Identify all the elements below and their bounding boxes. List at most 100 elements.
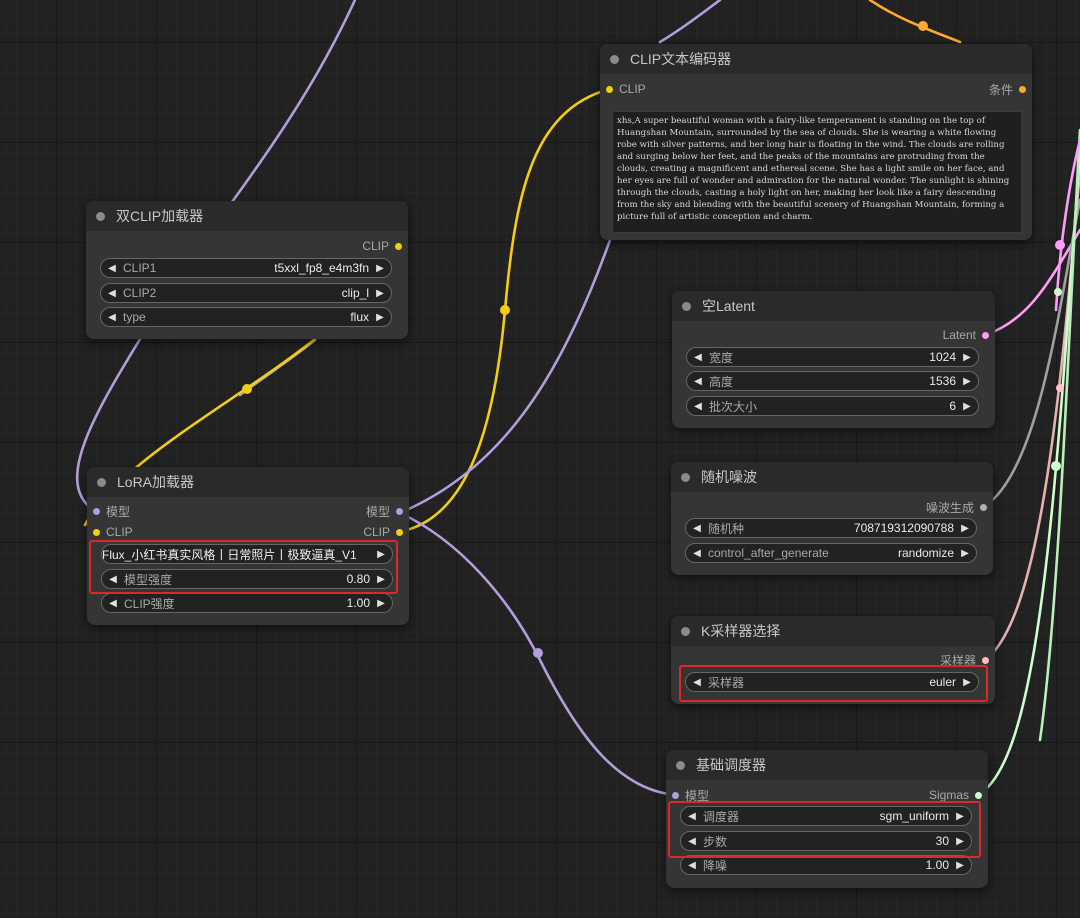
slot-dot-icon[interactable] bbox=[982, 656, 989, 664]
output-slot-model[interactable]: 模型 bbox=[366, 502, 403, 520]
slot-dot-icon[interactable] bbox=[980, 503, 987, 511]
arrow-right-icon[interactable]: ▶ bbox=[949, 860, 971, 871]
slot-dot-icon[interactable] bbox=[606, 85, 613, 93]
arrow-right-icon[interactable]: ▶ bbox=[370, 598, 392, 609]
widget-lora-name[interactable]: Flux_小红书真实风格丨日常照片丨极致逼真_V1 ▶ bbox=[101, 544, 393, 564]
arrow-left-icon[interactable]: ◀ bbox=[686, 523, 708, 534]
slot-dot-icon[interactable] bbox=[982, 331, 989, 339]
output-slot-clip[interactable]: CLIP bbox=[363, 523, 403, 541]
arrow-left-icon[interactable]: ◀ bbox=[102, 598, 124, 609]
prompt-textarea[interactable]: xhs,A super beautiful woman with a fairy… bbox=[612, 111, 1022, 233]
output-slot-clip[interactable]: CLIP bbox=[362, 237, 402, 255]
widget-seed[interactable]: ◀ 随机种 708719312090788 ▶ bbox=[685, 518, 977, 538]
widget-steps[interactable]: ◀ 步数 30 ▶ bbox=[680, 831, 972, 851]
output-slot-latent[interactable]: Latent bbox=[943, 326, 989, 344]
node-header[interactable]: 基础调度器 bbox=[666, 750, 988, 780]
arrow-left-icon[interactable]: ◀ bbox=[687, 401, 709, 412]
collapse-dot-icon[interactable] bbox=[681, 472, 690, 482]
widget-clip1[interactable]: ◀ CLIP1 t5xxl_fp8_e4m3fn ▶ bbox=[100, 258, 392, 278]
node-header[interactable]: 随机噪波 bbox=[671, 462, 993, 492]
arrow-right-icon[interactable]: ▶ bbox=[369, 288, 391, 299]
widget-value: 708719312090788 bbox=[853, 521, 954, 535]
widget-width[interactable]: ◀ 宽度 1024 ▶ bbox=[686, 347, 979, 367]
collapse-dot-icon[interactable] bbox=[682, 301, 691, 311]
widget-control-after-generate[interactable]: ◀ control_after_generate randomize ▶ bbox=[685, 543, 977, 563]
widget-clip-strength[interactable]: ◀ CLIP强度 1.00 ▶ bbox=[101, 593, 393, 613]
basic-scheduler-node[interactable]: 基础调度器 模型 Sigmas ◀ 调度器 sgm_uniform ▶ ◀ 步数… bbox=[666, 750, 988, 888]
node-header[interactable]: K采样器选择 bbox=[671, 616, 995, 646]
arrow-left-icon[interactable]: ◀ bbox=[686, 677, 708, 688]
input-slot-model[interactable]: 模型 bbox=[672, 786, 709, 804]
collapse-dot-icon[interactable] bbox=[96, 211, 105, 221]
arrow-right-icon[interactable]: ▶ bbox=[370, 549, 392, 560]
ksampler-select-node[interactable]: K采样器选择 采样器 ◀ 采样器 euler ▶ bbox=[671, 616, 995, 704]
output-slot-conditioning[interactable]: 条件 bbox=[989, 80, 1026, 98]
arrow-right-icon[interactable]: ▶ bbox=[949, 836, 971, 847]
slot-dot-icon[interactable] bbox=[395, 242, 402, 250]
widget-label: 随机种 bbox=[708, 521, 745, 536]
arrow-right-icon[interactable]: ▶ bbox=[956, 352, 978, 363]
arrow-left-icon[interactable]: ◀ bbox=[686, 548, 708, 559]
random-noise-node[interactable]: 随机噪波 噪波生成 ◀ 随机种 708719312090788 ▶ ◀ cont… bbox=[671, 462, 993, 575]
collapse-dot-icon[interactable] bbox=[676, 760, 685, 770]
lora-loader-node[interactable]: LoRA加载器 模型 模型 CLIP CLIP Flux_小红书真实风格丨日常照… bbox=[87, 467, 409, 625]
widget-denoise[interactable]: ◀ 降噪 1.00 ▶ bbox=[680, 855, 972, 875]
output-slot-sigmas[interactable]: Sigmas bbox=[929, 786, 982, 804]
arrow-left-icon[interactable]: ◀ bbox=[681, 836, 703, 847]
widget-label: 降噪 bbox=[703, 858, 728, 873]
collapse-dot-icon[interactable] bbox=[681, 626, 690, 636]
slot-dot-icon[interactable] bbox=[1019, 85, 1026, 93]
arrow-right-icon[interactable]: ▶ bbox=[954, 548, 976, 559]
collapse-dot-icon[interactable] bbox=[97, 477, 106, 487]
node-header[interactable]: 空Latent bbox=[672, 291, 995, 321]
dual-clip-loader-node[interactable]: 双CLIP加载器 CLIP ◀ CLIP1 t5xxl_fp8_e4m3fn ▶… bbox=[86, 201, 408, 339]
slot-dot-icon[interactable] bbox=[672, 791, 679, 799]
arrow-right-icon[interactable]: ▶ bbox=[956, 376, 978, 387]
node-header[interactable]: CLIP文本编码器 bbox=[600, 44, 1032, 74]
widget-value: sgm_uniform bbox=[879, 809, 949, 823]
arrow-left-icon[interactable]: ◀ bbox=[681, 811, 703, 822]
arrow-left-icon[interactable]: ◀ bbox=[101, 312, 123, 323]
slot-dot-icon[interactable] bbox=[93, 507, 100, 515]
output-slot-noise[interactable]: 噪波生成 bbox=[926, 498, 987, 516]
slot-dot-icon[interactable] bbox=[396, 528, 403, 536]
widget-label: 批次大小 bbox=[709, 399, 758, 414]
node-title: 空Latent bbox=[702, 298, 755, 314]
widget-clip2[interactable]: ◀ CLIP2 clip_l ▶ bbox=[100, 283, 392, 303]
arrow-left-icon[interactable]: ◀ bbox=[687, 352, 709, 363]
widget-height[interactable]: ◀ 高度 1536 ▶ bbox=[686, 371, 979, 391]
wire-top-purple bbox=[658, 0, 722, 44]
widget-label: 采样器 bbox=[708, 675, 745, 690]
arrow-left-icon[interactable]: ◀ bbox=[101, 263, 123, 274]
slot-dot-icon[interactable] bbox=[396, 507, 403, 515]
slot-dot-icon[interactable] bbox=[975, 791, 982, 799]
input-slot-clip[interactable]: CLIP bbox=[606, 80, 646, 98]
arrow-right-icon[interactable]: ▶ bbox=[369, 263, 391, 274]
input-slot-clip[interactable]: CLIP bbox=[93, 523, 133, 541]
empty-latent-node[interactable]: 空Latent Latent ◀ 宽度 1024 ▶ ◀ 高度 1536 ▶ ◀… bbox=[672, 291, 995, 428]
widget-batch-size[interactable]: ◀ 批次大小 6 ▶ bbox=[686, 396, 979, 416]
node-header[interactable]: 双CLIP加载器 bbox=[86, 201, 408, 231]
widget-scheduler[interactable]: ◀ 调度器 sgm_uniform ▶ bbox=[680, 806, 972, 826]
arrow-left-icon[interactable]: ◀ bbox=[101, 288, 123, 299]
arrow-right-icon[interactable]: ▶ bbox=[369, 312, 391, 323]
slot-dot-icon[interactable] bbox=[93, 528, 100, 536]
widget-sampler-name[interactable]: ◀ 采样器 euler ▶ bbox=[685, 672, 979, 692]
arrow-left-icon[interactable]: ◀ bbox=[681, 860, 703, 871]
clip-text-encode-node[interactable]: CLIP文本编码器 CLIP 条件 xhs,A super beautiful … bbox=[600, 44, 1032, 240]
widget-type[interactable]: ◀ type flux ▶ bbox=[100, 307, 392, 327]
widget-value: 0.80 bbox=[346, 572, 370, 586]
slot-label: 条件 bbox=[988, 82, 1013, 97]
arrow-right-icon[interactable]: ▶ bbox=[954, 523, 976, 534]
output-slot-sampler[interactable]: 采样器 bbox=[940, 651, 989, 669]
arrow-right-icon[interactable]: ▶ bbox=[956, 677, 978, 688]
arrow-left-icon[interactable]: ◀ bbox=[102, 574, 124, 585]
widget-model-strength[interactable]: ◀ 模型强度 0.80 ▶ bbox=[101, 569, 393, 589]
arrow-right-icon[interactable]: ▶ bbox=[370, 574, 392, 585]
arrow-right-icon[interactable]: ▶ bbox=[949, 811, 971, 822]
input-slot-model[interactable]: 模型 bbox=[93, 502, 130, 520]
collapse-dot-icon[interactable] bbox=[610, 54, 619, 64]
arrow-left-icon[interactable]: ◀ bbox=[687, 376, 709, 387]
node-header[interactable]: LoRA加载器 bbox=[87, 467, 409, 497]
arrow-right-icon[interactable]: ▶ bbox=[956, 401, 978, 412]
